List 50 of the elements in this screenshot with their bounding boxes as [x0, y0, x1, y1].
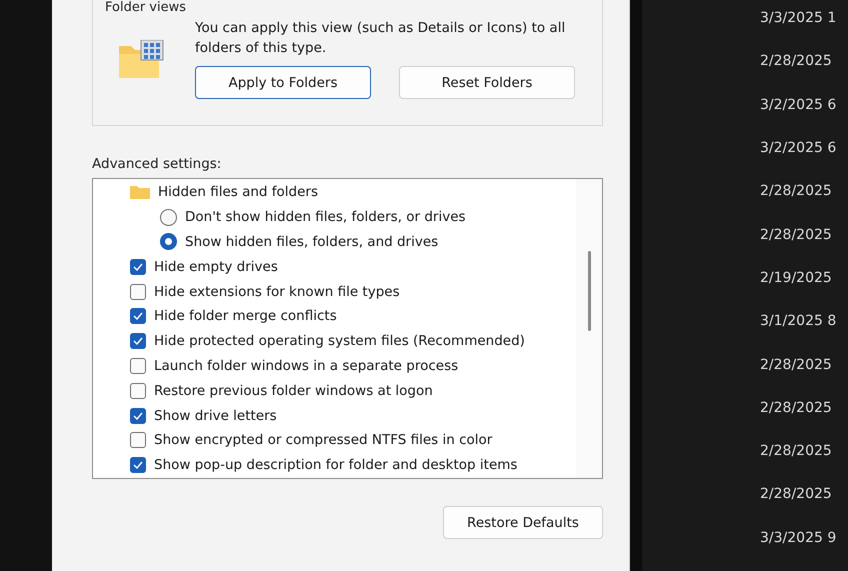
check-icon	[133, 412, 143, 420]
description-text: You can apply this view (such as Details or Icons) to all folders of this type.	[195, 19, 566, 58]
checkbox-label: Show encrypted or compressed NTFS files in color	[154, 432, 492, 448]
date-text: 3/3/2025 1	[760, 9, 838, 28]
date-text: 3/1/2025 8	[760, 312, 838, 332]
checkbox[interactable]	[130, 333, 146, 350]
date-text: 2/19/2025	[760, 268, 833, 288]
folder-grid-icon	[117, 40, 165, 80]
checkbox[interactable]	[130, 308, 146, 324]
scrollbar-thumb[interactable]	[588, 251, 591, 331]
checkbox-label: Hide extensions for known file types	[154, 284, 400, 300]
date-text: 2/28/2025	[760, 485, 833, 504]
radio-button[interactable]	[160, 208, 177, 226]
date-text: 3/3/2025 9	[760, 528, 838, 548]
date-text: 2/28/2025	[760, 182, 833, 202]
date-text: 2/28/2025	[760, 52, 833, 72]
folder-button[interactable]: Reset Folders	[399, 66, 575, 99]
date-text: 3/2/2025 6	[760, 138, 838, 158]
checkbox-label: Restore previous folder windows at logon	[154, 382, 433, 399]
date-text: 2/28/2025	[760, 398, 833, 418]
restore-defaults-button[interactable]: Restore Defaults	[443, 506, 603, 539]
date-text: 2/28/2025	[760, 356, 833, 374]
check-icon	[133, 312, 143, 320]
checkbox-label: Show drive letters	[154, 408, 277, 424]
folder-icon	[130, 185, 150, 200]
setting-group-label: Hidden files and folders	[158, 184, 318, 200]
date-text: 2/28/2025	[760, 226, 833, 245]
check-icon	[133, 262, 143, 271]
radio-button[interactable]	[160, 233, 177, 250]
radio-label: Don't show hidden files, folders, or drives	[185, 209, 466, 226]
section-label: Advanced settings:	[92, 156, 222, 172]
checkbox-label: Launch folder windows in a separate process	[154, 358, 458, 374]
checkbox[interactable]	[130, 358, 146, 374]
date-text: 3/2/2025 6	[760, 96, 838, 115]
group-title: Folder views	[105, 1, 186, 14]
checkbox[interactable]	[130, 457, 146, 474]
radio-label: Show hidden files, folders, and drives	[185, 234, 438, 250]
check-icon	[133, 337, 143, 346]
checkbox[interactable]	[130, 284, 146, 300]
date-text: 2/28/2025	[760, 442, 833, 462]
checkbox[interactable]	[130, 432, 146, 448]
folder-button[interactable]: Apply to Folders	[195, 66, 371, 99]
checkbox[interactable]	[130, 382, 146, 399]
checkbox[interactable]	[130, 258, 146, 275]
checkbox[interactable]	[130, 408, 146, 424]
checkbox-label: Hide protected operating system files (Recommended)	[154, 333, 525, 350]
checkbox-label: Hide empty drives	[154, 258, 278, 275]
check-icon	[133, 461, 143, 470]
checkbox-label: Hide folder merge conflicts	[154, 308, 337, 324]
checkbox-label: Show pop-up description for folder and desktop items	[154, 457, 518, 474]
